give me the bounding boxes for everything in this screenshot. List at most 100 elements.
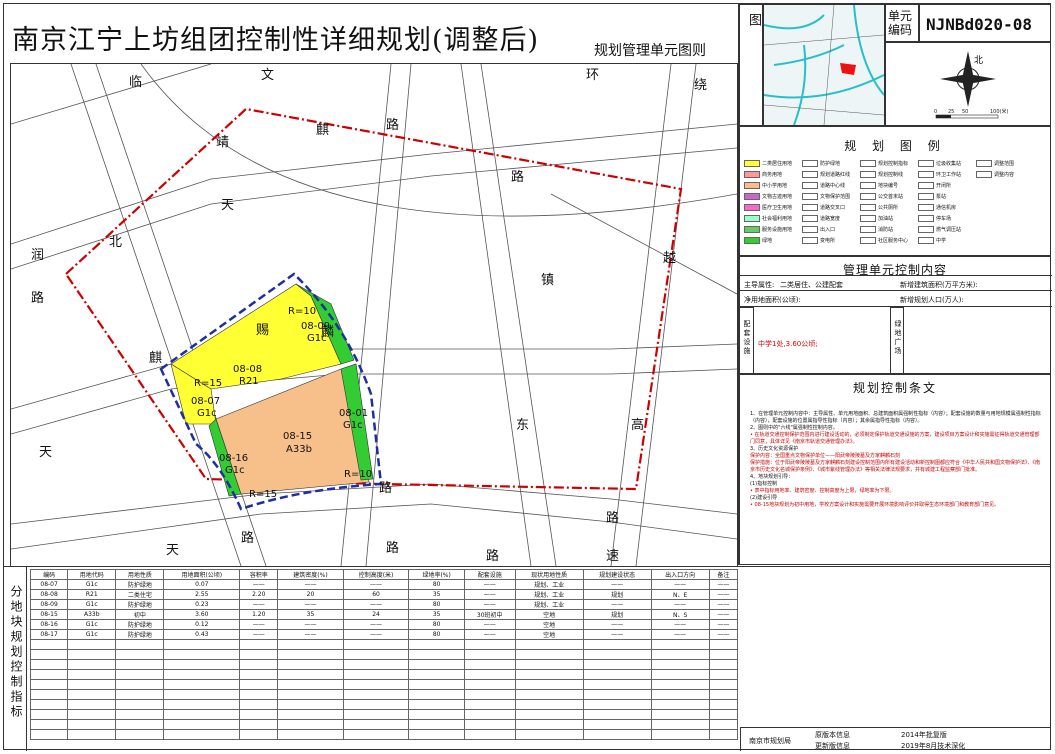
road-label: 路 [486, 548, 499, 564]
location-map-svg [764, 5, 884, 125]
indicator-section: 分地块规划控制指标 编码 用地代码 用地性质 用地面积(公顷) 容积率 建筑密度(%) 控制… [4, 566, 1050, 751]
table-cell: —— [239, 599, 279, 610]
table-row[interactable]: 08-16 G1c 防护绿地 0.12 —— —— —— 80 —— 空地 —— —— —— [29, 619, 739, 630]
table-empty-cell [514, 709, 584, 720]
table-empty-cell [650, 679, 710, 690]
control-row: 净用地面积(公顷): 新增规划人口(万人): [740, 291, 1052, 307]
legend-item: 道路中心线 [802, 182, 845, 189]
table-cell: —— [342, 629, 410, 640]
legend-item: 调整范围 [976, 160, 1014, 167]
table-empty-cell [650, 669, 710, 680]
legend-swatch [744, 215, 760, 222]
legend-swatch [976, 171, 992, 178]
legend-item: 变电所 [802, 237, 835, 244]
table-cell: —— [582, 619, 652, 630]
table-cell: —— [463, 599, 516, 610]
table-cell: —— [342, 599, 410, 610]
table-row[interactable]: 08-09 G1c 防护绿地 0.23 —— —— —— 80 —— 规划、工业 —— —— —— [29, 599, 739, 610]
table-empty-cell [582, 669, 652, 680]
table-empty-cell [514, 639, 584, 650]
table-empty-cell [163, 729, 241, 740]
table-empty-cell [67, 639, 117, 650]
legend-item: 文物保护范围 [802, 193, 850, 200]
table-empty-cell [277, 669, 344, 680]
table-empty-row [29, 699, 739, 710]
table-cell: N、S [650, 609, 710, 620]
table-empty-row [29, 639, 739, 650]
table-empty-cell [163, 699, 241, 710]
table-empty-cell [115, 689, 165, 700]
radius-label: R=10 [344, 469, 372, 480]
legend-label: 停车场 [936, 216, 952, 222]
unit-code: NJNBd020-08 [926, 15, 1032, 34]
table-cell: 08-07 [29, 579, 69, 590]
table-empty-cell [29, 709, 69, 720]
table-cell: 35 [408, 589, 465, 600]
table-header-cell: 用地代码 [67, 569, 117, 580]
legend-swatch [918, 226, 934, 233]
table-empty-cell [115, 699, 165, 710]
table-empty-cell [277, 679, 344, 690]
parcel-code: 08-15 [283, 431, 312, 442]
road-label: 润 [31, 248, 44, 263]
legend-swatch [860, 193, 876, 200]
table-row[interactable]: 08-08 R21 二类住宅 2.55 2.20 20 60 35 —— 规划、工业 规划 N、E —— [29, 589, 739, 600]
legend-swatch [744, 160, 760, 167]
table-empty-cell [239, 719, 279, 730]
road-label: 越 [663, 251, 676, 266]
legend-label: 商务用地 [762, 172, 783, 178]
road-label: 路 [386, 540, 399, 556]
table-cell: 30班初中 [463, 609, 516, 620]
parcel-code: 08-01 [339, 408, 368, 419]
table-row[interactable]: 08-17 G1c 防护绿地 0.43 —— —— —— 80 —— 空地 —— —— —— [29, 629, 739, 640]
table-header-cell: 容积率 [239, 569, 279, 580]
table-empty-row [29, 659, 739, 670]
legend-box: 规 划 图 例 二类居住用地 商务用地 中小学用地 文物古迹用地 医疗卫生用地 社会福利用… [739, 126, 1051, 256]
table-empty-cell [277, 709, 344, 720]
road-label: 高 [631, 417, 644, 433]
table-cell: 0.12 [163, 619, 241, 630]
legend-label: 调整范围 [994, 161, 1015, 167]
facility-label: 配套设施 [743, 320, 751, 356]
table-vertical-title-box: 分地块规划控制指标 [4, 567, 27, 751]
table-cell: —— [650, 579, 710, 590]
legend-label: 出入口 [820, 227, 836, 233]
legend-item: 规划控制线 [860, 171, 903, 178]
plan-map[interactable]: 临 文 环 绕 靖 麒 路 天 润 北 路 麒 东 高 镇 越 天 路 路 路 … [10, 63, 738, 567]
table-empty-cell [708, 669, 739, 680]
table-cell: —— [277, 629, 344, 640]
table-cell: —— [239, 619, 279, 630]
table-header-cell: 建筑密度(%) [277, 569, 344, 580]
table-empty-cell [408, 719, 465, 730]
parcel-code: 08-16 [219, 453, 248, 464]
legend-swatch [918, 182, 934, 189]
legend-label: 医疗卫生用地 [762, 205, 793, 211]
table-empty-cell [163, 649, 241, 660]
footer-original-value: 2014年批复版 [901, 731, 947, 739]
table-empty-cell [582, 659, 652, 670]
legend-swatch [860, 182, 876, 189]
legend-swatch [744, 204, 760, 211]
legend-item: 消防站 [860, 226, 893, 233]
table-cell: —— [582, 599, 652, 610]
table-empty-cell [582, 679, 652, 690]
table-cell: G1c [67, 579, 117, 590]
road-label: 路 [241, 530, 254, 546]
radius-label: R=10 [288, 306, 316, 317]
legend-label: 调整内容 [994, 172, 1015, 178]
road-label: 东 [516, 418, 529, 433]
table-empty-cell [514, 669, 584, 680]
table-row[interactable]: 08-07 G1c 防护绿地 0.07 —— —— —— 80 —— 规划、工业 —— —— —— [29, 579, 739, 590]
table-empty-cell [650, 689, 710, 700]
unit-boundary [64, 107, 683, 491]
road-label: 镇 [541, 273, 554, 288]
radius-label: R=15 [194, 378, 222, 389]
legend-label: 道路交叉口 [820, 205, 846, 211]
legend-swatch [918, 193, 934, 200]
net-area-label: 净用地面积(公顷): [744, 296, 801, 304]
table-row[interactable]: 08-15 A33b 初中 3.60 1.20 35 24 35 30班初中 空地 规划 N、S —— [29, 609, 739, 620]
legend-label: 变电所 [820, 238, 836, 244]
road-label: 麒 [316, 122, 329, 138]
table-header-cell: 配套设施 [463, 569, 516, 580]
table-empty-cell [277, 689, 344, 700]
